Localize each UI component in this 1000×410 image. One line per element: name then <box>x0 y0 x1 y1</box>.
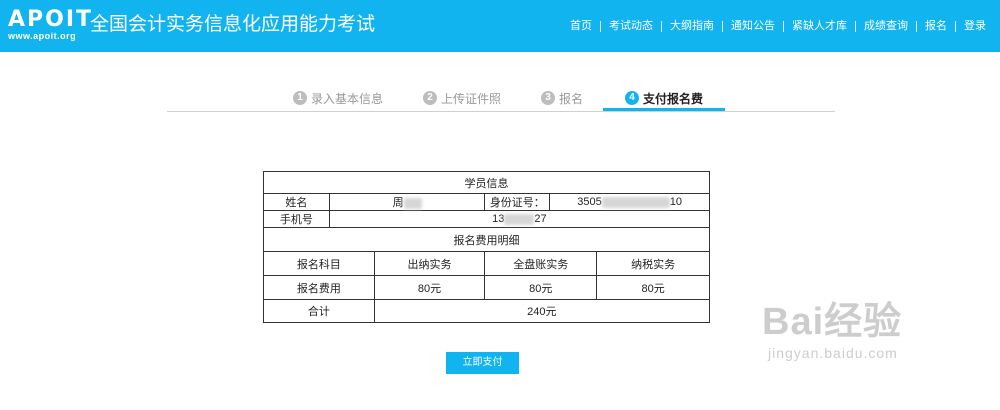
fee-detail-header-row: 报名费用明细 <box>263 227 710 252</box>
nav-talent-pool[interactable]: 紧缺人才库 <box>784 19 855 33</box>
nav-divider <box>783 20 784 32</box>
step-label: 支付报名费 <box>643 91 704 106</box>
active-step-indicator <box>603 108 725 111</box>
logo-text: APOIT <box>8 7 94 32</box>
name-label: 姓名 <box>263 193 330 211</box>
logo-url: www.apoit.org <box>8 31 77 41</box>
nav-score-query[interactable]: 成绩查询 <box>856 19 916 33</box>
site-title: 全国会计实务信息化应用能力考试 <box>90 14 376 35</box>
redacted-mask <box>601 196 670 208</box>
student-name-row: 姓名 周 身份证号： 3505 10 <box>263 193 710 211</box>
nav-divider <box>916 20 917 32</box>
watermark-logo-text: Bai经验 <box>762 301 903 343</box>
subject-row: 报名科目 出纳实务 全盘账实务 纳税实务 <box>263 251 710 276</box>
nav-exam-news[interactable]: 考试动态 <box>601 19 661 33</box>
step-number: 2 <box>423 91 437 105</box>
nav-divider <box>661 20 662 32</box>
nav-divider <box>600 20 601 32</box>
total-row: 合计 240元 <box>263 299 711 323</box>
redacted-mask <box>504 213 535 225</box>
total-label: 合计 <box>263 299 375 323</box>
subject-label: 报名科目 <box>263 251 375 276</box>
subject-full-accounting: 全盘账实务 <box>484 251 598 276</box>
phone-prefix: 13 <box>492 213 505 225</box>
fee-tax: 80元 <box>596 275 710 300</box>
watermark-url: jingyan.baidu.com <box>768 345 898 361</box>
id-label: 身份证号： <box>484 193 551 211</box>
nav-home[interactable]: 首页 <box>562 19 600 33</box>
step-basic-info: 1 录入基本信息 <box>293 86 383 110</box>
nav-divider <box>722 20 723 32</box>
nav-syllabus[interactable]: 大纲指南 <box>662 19 722 33</box>
step-upload-photo: 2 上传证件照 <box>423 86 501 110</box>
registration-summary-table: 学员信息 姓名 周 身份证号： 3505 10 手机号 13 27 报名费用明细 报… <box>263 171 711 323</box>
student-info-title: 学员信息 <box>263 171 710 194</box>
step-number: 3 <box>541 91 555 105</box>
fee-label: 报名费用 <box>263 275 375 300</box>
phone-value: 13 27 <box>328 210 711 228</box>
redacted-mask <box>403 197 422 209</box>
progress-steps: 1 录入基本信息 2 上传证件照 3 报名 4 支付报名费 <box>167 86 835 112</box>
nav-divider <box>955 20 956 32</box>
pay-now-button[interactable]: 立即支付 <box>446 352 519 374</box>
total-value: 240元 <box>373 299 711 323</box>
id-suffix: 10 <box>669 196 682 208</box>
step-number: 4 <box>625 91 639 105</box>
fee-full-accounting: 80元 <box>484 275 598 300</box>
main-nav: 首页 考试动态 大纲指南 通知公告 紧缺人才库 成绩查询 报名 登录 <box>562 19 994 33</box>
name-value: 周 <box>328 193 486 211</box>
fee-detail-title: 报名费用明细 <box>263 227 710 252</box>
fee-cashier: 80元 <box>373 275 486 300</box>
subject-tax: 纳税实务 <box>596 251 710 276</box>
step-label: 录入基本信息 <box>311 91 384 106</box>
step-label: 报名 <box>559 91 584 106</box>
student-info-header-row: 学员信息 <box>263 171 710 194</box>
phone-suffix: 27 <box>534 213 547 225</box>
subject-cashier: 出纳实务 <box>373 251 486 276</box>
id-prefix: 3505 <box>577 196 602 208</box>
nav-notices[interactable]: 通知公告 <box>723 19 783 33</box>
student-phone-row: 手机号 13 27 <box>263 210 711 228</box>
step-label: 上传证件照 <box>441 91 502 106</box>
name-visible-part: 周 <box>392 197 404 209</box>
nav-divider <box>855 20 856 32</box>
step-pay-fee: 4 支付报名费 <box>625 86 703 110</box>
apoit-logo[interactable]: APOIT www.apoit.org <box>8 7 94 42</box>
baidu-jingyan-watermark: Bai经验 jingyan.baidu.com <box>762 300 902 362</box>
fee-row: 报名费用 80元 80元 80元 <box>263 275 710 300</box>
nav-login[interactable]: 登录 <box>956 19 994 33</box>
step-register: 3 报名 <box>541 86 583 110</box>
nav-register[interactable]: 报名 <box>917 19 955 33</box>
step-number: 1 <box>293 91 307 105</box>
top-header: APOIT www.apoit.org 全国会计实务信息化应用能力考试 首页 考… <box>0 0 1000 52</box>
phone-label: 手机号 <box>263 210 330 228</box>
id-value: 3505 10 <box>549 193 710 211</box>
